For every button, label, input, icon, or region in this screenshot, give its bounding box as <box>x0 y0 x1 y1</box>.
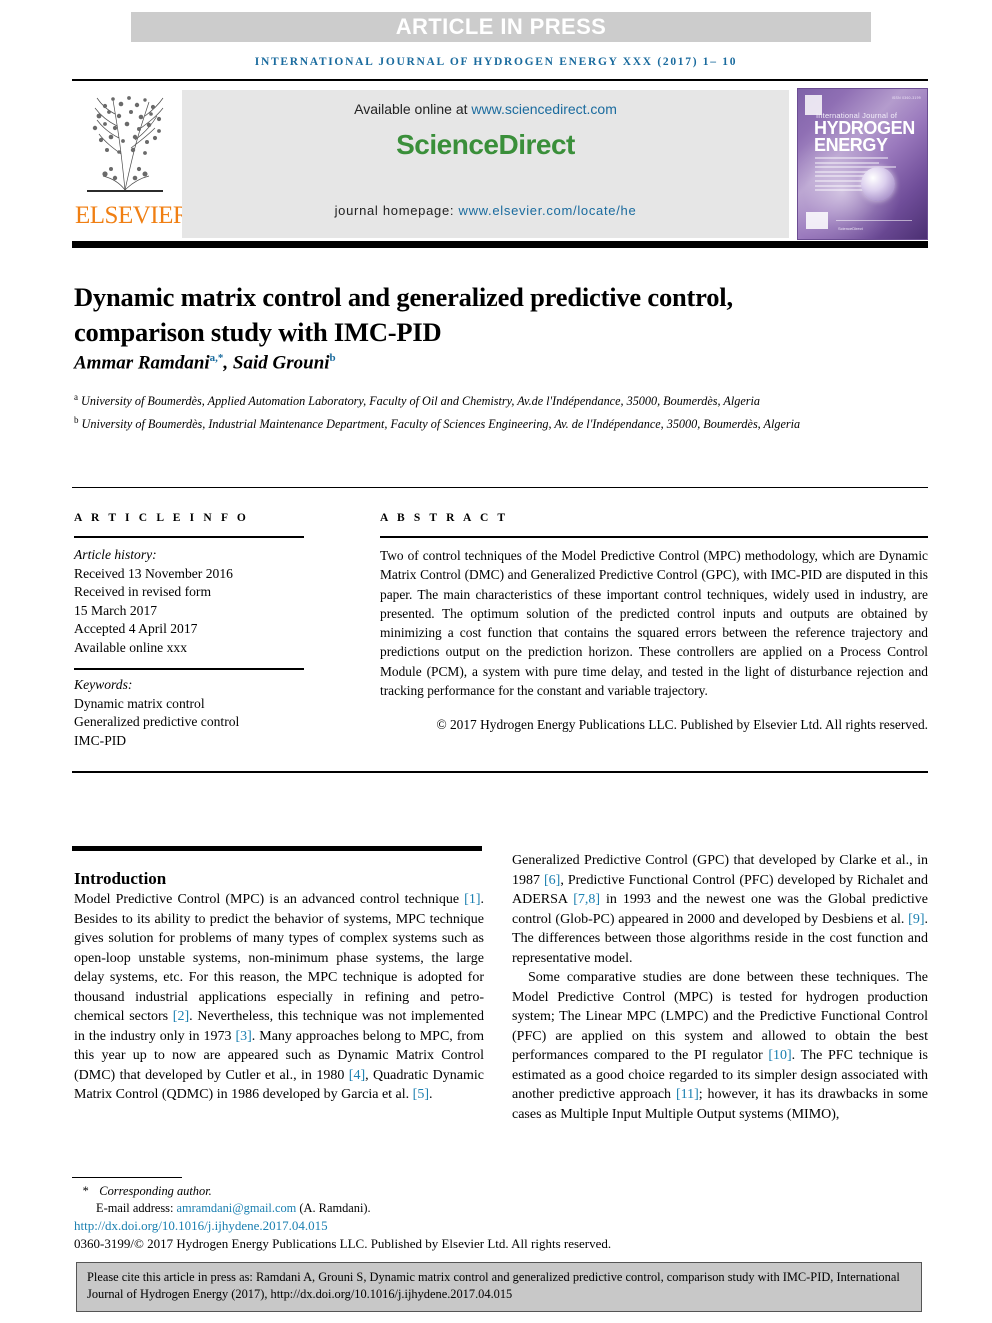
article-history-label: Article history: <box>74 547 157 562</box>
keyword-1: Dynamic matrix control <box>74 695 205 711</box>
reference-7-8[interactable]: [7,8] <box>573 892 600 907</box>
header-top-rule <box>72 79 928 81</box>
article-available-online: Available online xxx <box>74 639 187 655</box>
affiliation-a-text: University of Boumerdès, Applied Automat… <box>78 394 760 409</box>
corresponding-author-star: * <box>82 1184 89 1198</box>
author-list: Ammar Ramdania,*, Said Grounib <box>74 352 864 374</box>
affiliations: a University of Boumerdès, Applied Autom… <box>74 388 874 433</box>
author-1: Ammar Ramdani <box>74 352 210 374</box>
issn-copyright-line: 0360-3199/© 2017 Hydrogen Energy Publica… <box>74 1236 612 1251</box>
affiliation-b: b University of Boumerdès, Industrial Ma… <box>74 411 874 434</box>
intro-text-6: . <box>428 1087 433 1102</box>
sciencedirect-logo[interactable]: ScienceDirect <box>182 129 789 161</box>
author-1-affiliation-marker: a,* <box>209 352 224 364</box>
elsevier-tree-icon <box>87 96 164 192</box>
article-revised-date: 15 March 2017 <box>74 602 158 618</box>
reference-3[interactable]: [3] <box>235 1029 251 1044</box>
available-online-line: Available online at www.sciencedirect.co… <box>182 101 789 117</box>
footnote-rule <box>72 1177 182 1178</box>
intro-text-2: . Besides to its ability to predict the … <box>74 892 484 1024</box>
sciencedirect-url-link[interactable]: www.sciencedirect.com <box>471 101 617 117</box>
reference-2[interactable]: [2] <box>173 1009 189 1024</box>
cover-orb <box>861 167 895 201</box>
email-suffix: (A. Ramdani). <box>296 1201 371 1215</box>
right-paragraph-1: Generalized Predictive Control (GPC) tha… <box>512 851 928 968</box>
keyword-2: Generalized predictive control <box>74 714 240 730</box>
reference-5[interactable]: [5] <box>413 1087 429 1102</box>
corresponding-author-note: * Corresponding author. <box>74 1183 504 1200</box>
elsevier-wordmark: ELSEVIER <box>75 202 190 229</box>
keywords-rule <box>74 668 304 670</box>
right-paragraph-2: Some comparative studies are done betwee… <box>512 968 928 1124</box>
abstract-rule <box>380 536 928 538</box>
available-online-label: Available online at <box>354 101 472 117</box>
cover-title-line2: ENERGY <box>814 135 888 155</box>
reference-6[interactable]: [6] <box>544 873 560 888</box>
sciencedirect-masthead: Available online at www.sciencedirect.co… <box>182 90 789 238</box>
abstract-copyright: © 2017 Hydrogen Energy Publications LLC.… <box>436 717 928 732</box>
cover-title-large: HYDROGEN ENERGY <box>814 119 915 155</box>
journal-cover-thumbnail: ISSN 0360-3199 International Journal of … <box>797 88 928 240</box>
body-column-right: Generalized Predictive Control (GPC) tha… <box>512 851 928 1124</box>
reference-4[interactable]: [4] <box>349 1068 365 1083</box>
reference-1[interactable]: [1] <box>464 892 480 907</box>
doi-link[interactable]: http://dx.doi.org/10.1016/j.ijhydene.201… <box>74 1218 328 1234</box>
footnote-block: * Corresponding author. E-mail address: … <box>74 1183 504 1217</box>
body-column-left: Model Predictive Control (MPC) is an adv… <box>74 890 484 1105</box>
keywords-block: Keywords: Dynamic matrix control General… <box>74 676 324 750</box>
elsevier-logo: ELSEVIER <box>75 90 190 238</box>
cover-publisher: ScienceDirect <box>838 226 863 231</box>
journal-homepage-label: journal homepage: <box>334 203 459 218</box>
journal-homepage-link[interactable]: www.elsevier.com/locate/he <box>459 203 637 218</box>
citation-box: Please cite this article in press as: Ra… <box>76 1262 922 1312</box>
article-in-press-label: ARTICLE IN PRESS <box>395 14 607 39</box>
author-2-affiliation-marker: b <box>329 352 336 364</box>
reference-11[interactable]: [11] <box>676 1087 699 1102</box>
header-bottom-thick-rule <box>72 241 928 248</box>
introduction-top-rule <box>72 846 482 851</box>
affiliation-b-text: University of Boumerdès, Industrial Main… <box>78 416 801 431</box>
journal-running-head: INTERNATIONAL JOURNAL OF HYDROGEN ENERGY… <box>254 56 738 68</box>
intro-text-1: Model Predictive Control (MPC) is an adv… <box>74 892 465 907</box>
affiliation-a: a University of Boumerdès, Applied Autom… <box>74 388 874 411</box>
email-label: E-mail address: <box>96 1201 177 1215</box>
article-in-press-banner: ARTICLE IN PRESS <box>131 12 871 42</box>
article-received-date: Received 13 November 2016 <box>74 565 233 581</box>
keywords-label: Keywords: <box>74 677 133 692</box>
email-note: E-mail address: amramdani@gmail.com (A. … <box>74 1200 504 1217</box>
sciencedirect-logo-part1: Science <box>396 129 499 160</box>
cover-hie-logo-icon <box>806 212 828 229</box>
paper-page: ARTICLE IN PRESS INTERNATIONAL JOURNAL O… <box>0 0 992 1323</box>
email-link[interactable]: amramdani@gmail.com <box>177 1201 297 1215</box>
abstract-text: Two of control techniques of the Model P… <box>380 548 928 699</box>
keyword-3: IMC-PID <box>74 732 127 748</box>
sciencedirect-logo-part2: Direct <box>498 129 575 160</box>
cover-publisher-rule <box>836 220 912 221</box>
article-revised-label: Received in revised form <box>74 584 212 600</box>
corresponding-author-label: Corresponding author. <box>96 1184 212 1198</box>
journal-homepage-line: journal homepage: www.elsevier.com/locat… <box>182 203 789 218</box>
abstract-heading: A B S T R A C T <box>380 512 509 524</box>
abstract-bottom-rule <box>72 771 928 773</box>
cover-issn: ISSN 0360-3199 <box>891 96 921 100</box>
article-accepted-date: Accepted 4 April 2017 <box>74 621 198 637</box>
author-2: , Said Grouni <box>223 352 330 374</box>
reference-10[interactable]: [10] <box>768 1048 791 1063</box>
article-info-heading: A R T I C L E I N F O <box>74 512 249 524</box>
article-info-rule <box>74 536 304 538</box>
reference-9[interactable]: [9] <box>908 912 924 927</box>
article-history-block: Article history: Received 13 November 20… <box>74 546 324 658</box>
affiliation-bottom-rule <box>72 487 928 488</box>
introduction-heading: Introduction <box>74 869 167 889</box>
citation-text: Please cite this article in press as: Ra… <box>87 1270 900 1301</box>
page-title: Dynamic matrix control and generalized p… <box>74 281 733 347</box>
